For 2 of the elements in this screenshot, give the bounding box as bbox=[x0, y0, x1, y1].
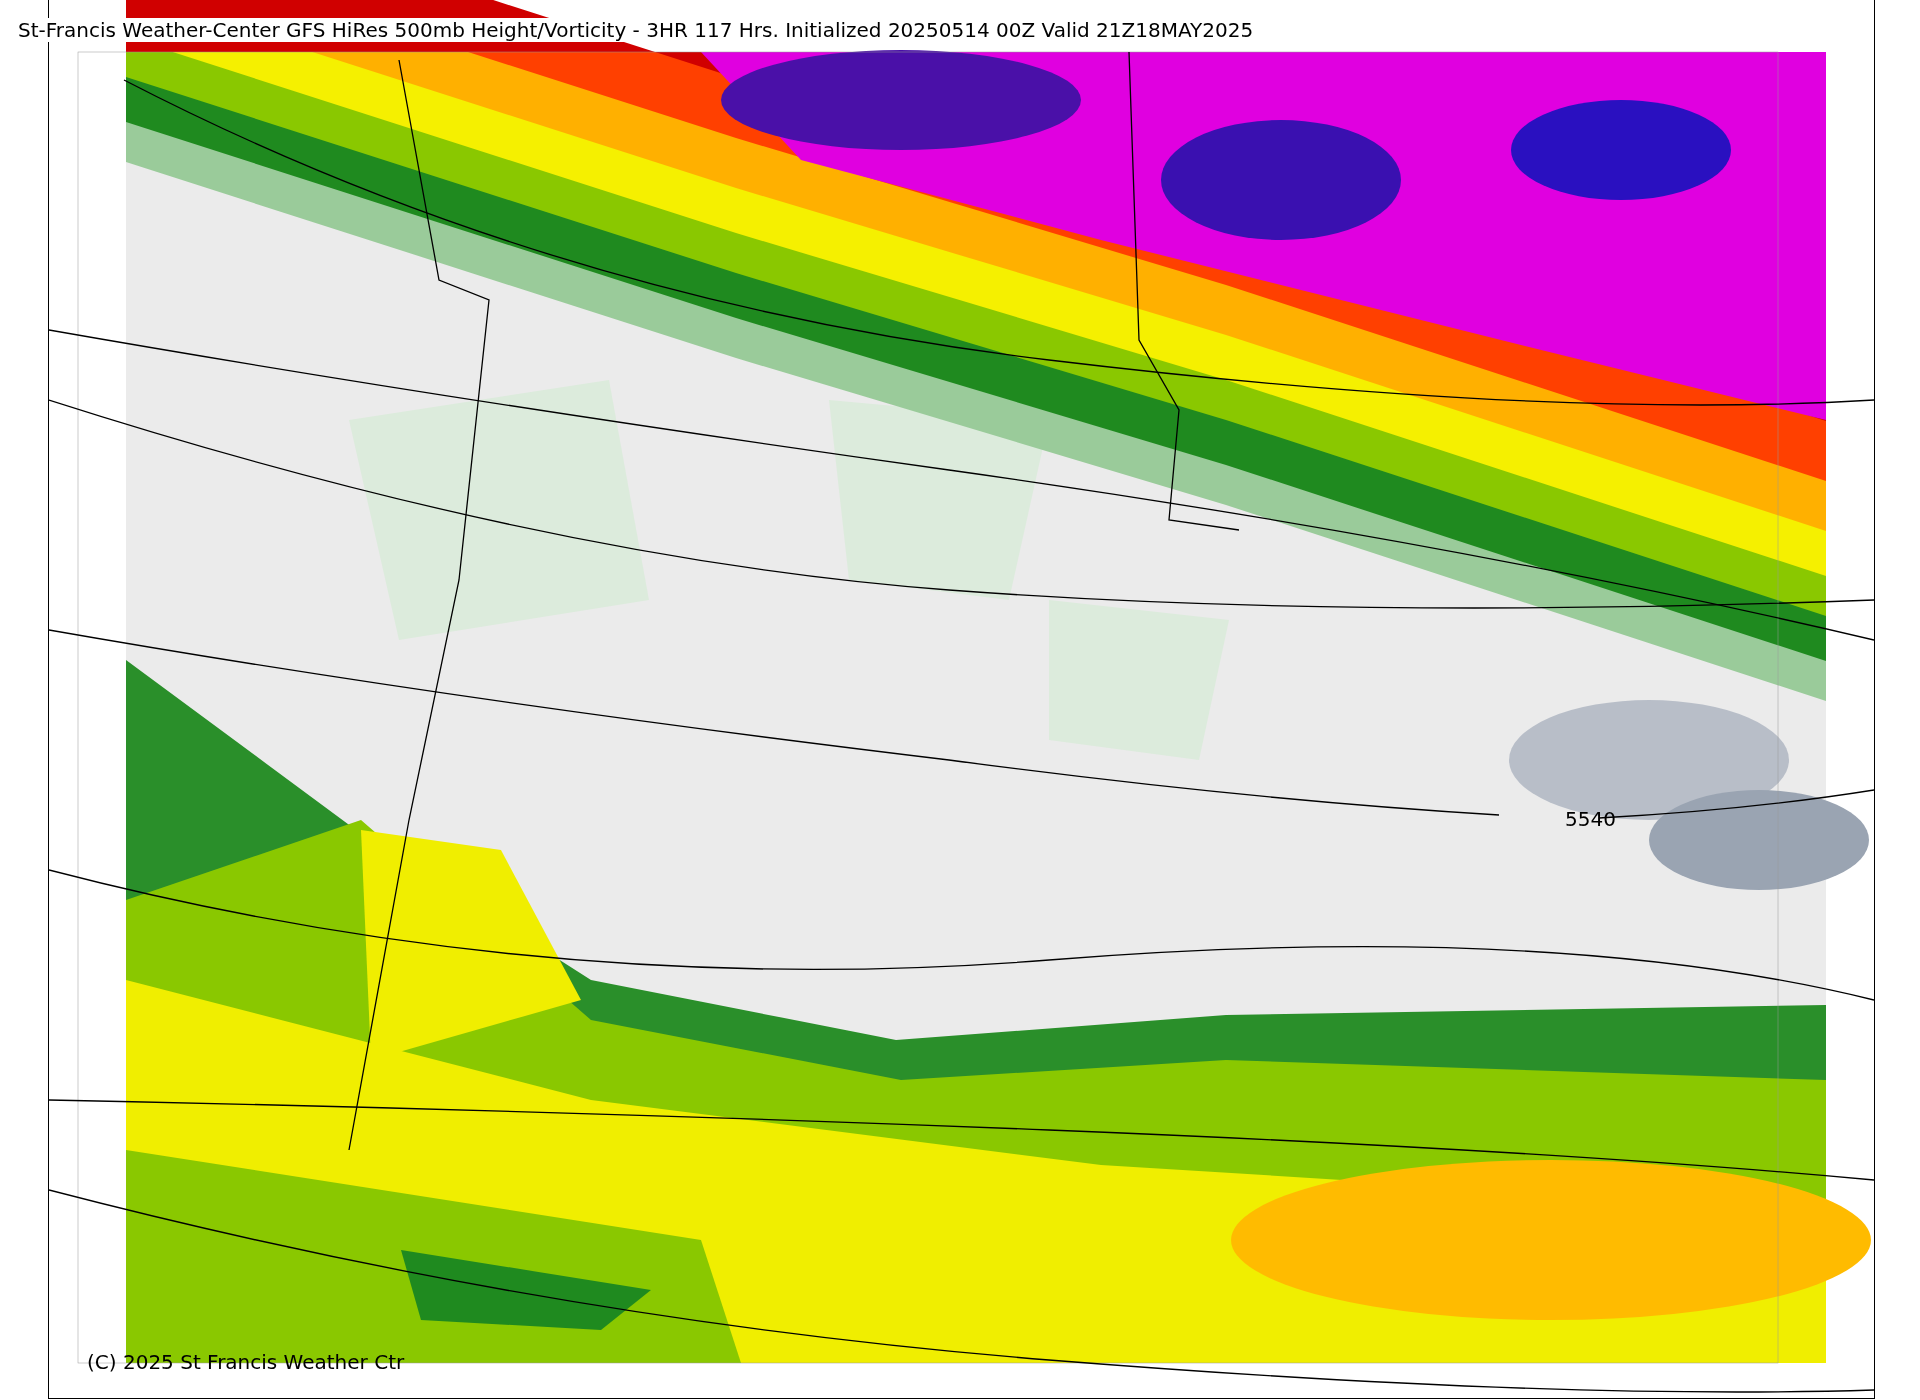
contour-label: 5540 bbox=[1565, 807, 1616, 831]
chart-title: St-Francis Weather-Center GFS HiRes 500mb Height/Vorticity - 3HR 117 Hrs. Initialized 20250514 00Z Valid 21Z18MAY2025 bbox=[18, 18, 1254, 42]
